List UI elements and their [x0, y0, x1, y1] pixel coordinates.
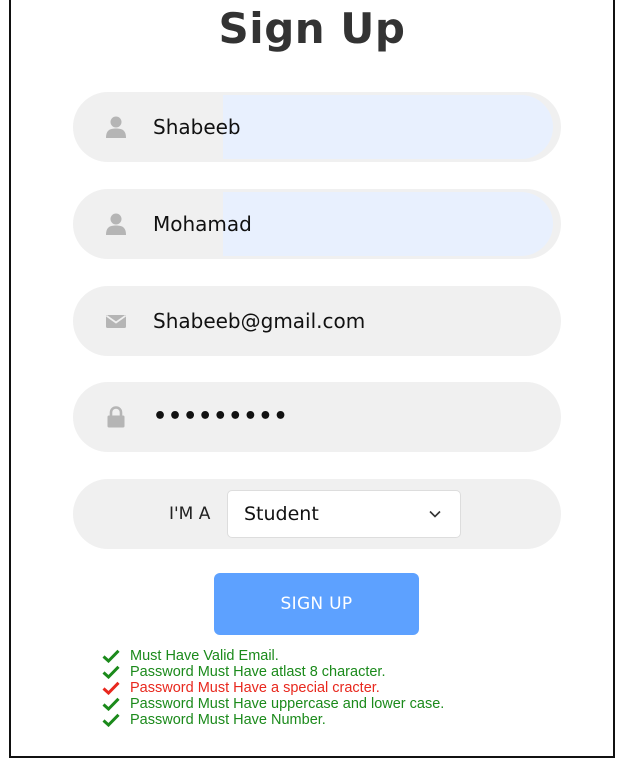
rule-upper-lower: Password Must Have uppercase and lower c…	[102, 696, 444, 712]
rule-number: Password Must Have Number.	[102, 712, 444, 728]
role-select[interactable]: Student	[227, 490, 461, 538]
check-icon	[102, 681, 120, 695]
rule-min-length: Password Must Have atlast 8 character.	[102, 664, 444, 680]
first-name-field[interactable]: Shabeeb	[73, 92, 561, 162]
lock-icon	[107, 406, 125, 428]
chevron-down-icon	[429, 510, 441, 518]
password-value[interactable]: •••••••••	[153, 382, 289, 452]
rule-text: Password Must Have a special cracter.	[130, 680, 380, 696]
role-label: I'M A	[169, 504, 211, 524]
page-title: Sign Up	[218, 4, 406, 53]
last-name-field[interactable]: Mohamad	[73, 189, 561, 259]
email-field[interactable]: Shabeeb@gmail.com	[73, 286, 561, 356]
password-rules-list: Must Have Valid Email. Password Must Hav…	[102, 648, 444, 728]
rule-text: Password Must Have Number.	[130, 712, 326, 728]
role-selected-value: Student	[244, 503, 319, 525]
rule-valid-email: Must Have Valid Email.	[102, 648, 444, 664]
user-icon	[106, 116, 126, 138]
email-value[interactable]: Shabeeb@gmail.com	[153, 286, 365, 356]
last-name-value[interactable]: Mohamad	[153, 189, 252, 259]
check-icon	[102, 665, 120, 679]
rule-text: Password Must Have atlast 8 character.	[130, 664, 386, 680]
check-icon	[102, 697, 120, 711]
role-field: I'M A Student	[73, 479, 561, 549]
rule-special-char: Password Must Have a special cracter.	[102, 680, 444, 696]
check-icon	[102, 713, 120, 727]
rule-text: Password Must Have uppercase and lower c…	[130, 696, 445, 712]
envelope-icon	[105, 315, 127, 328]
check-icon	[102, 649, 120, 663]
first-name-value[interactable]: Shabeeb	[153, 92, 241, 162]
user-icon	[106, 213, 126, 235]
sign-up-button[interactable]: SIGN UP	[214, 573, 419, 635]
rule-text: Must Have Valid Email.	[130, 648, 279, 664]
password-field[interactable]: •••••••••	[73, 382, 561, 452]
